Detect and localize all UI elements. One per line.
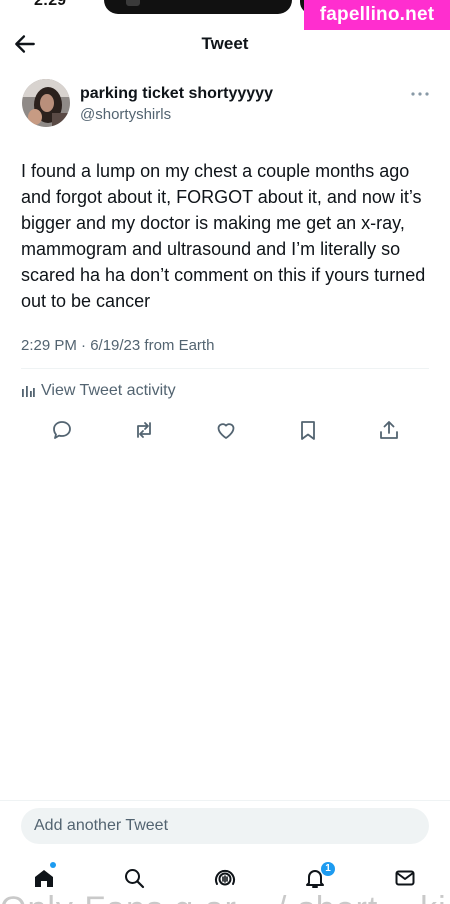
add-another-tweet-input[interactable]: Add another Tweet — [21, 808, 429, 844]
user-handle[interactable]: @shortyshirls — [80, 106, 171, 123]
more-button[interactable] — [408, 86, 432, 102]
mail-icon — [395, 870, 415, 886]
notification-badge: 1 — [321, 862, 335, 876]
dynamic-island — [104, 0, 292, 14]
retweet-button[interactable] — [132, 418, 156, 442]
watermark: fapellino.net — [304, 0, 450, 30]
bar-chart-icon — [22, 386, 35, 397]
retweet-icon — [137, 422, 151, 438]
like-icon — [217, 423, 235, 439]
bookmark-button[interactable] — [296, 418, 320, 442]
divider — [21, 368, 429, 369]
reply-icon — [53, 421, 71, 439]
tweet-timestamp: 2:29 PM · 6/19/23 from Earth — [21, 337, 215, 354]
search-icon — [125, 869, 145, 889]
like-button[interactable] — [214, 418, 238, 442]
home-notification-dot — [50, 862, 56, 868]
avatar[interactable] — [22, 79, 70, 127]
display-name[interactable]: parking ticket shortyyyyy — [80, 85, 273, 103]
tweet-text: I found a lump on my chest a couple mont… — [21, 161, 426, 311]
nav-search[interactable] — [122, 866, 146, 890]
spaces-icon — [215, 869, 235, 886]
share-button[interactable] — [377, 418, 401, 442]
nav-spaces[interactable] — [213, 866, 237, 890]
share-icon — [380, 421, 398, 439]
nav-messages[interactable] — [393, 866, 417, 890]
page-title: Tweet — [201, 34, 249, 53]
view-tweet-activity[interactable]: View Tweet activity — [21, 380, 176, 402]
activity-label: View Tweet activity — [41, 382, 176, 399]
home-icon — [35, 870, 53, 887]
island-indicator — [126, 0, 140, 6]
reply-button[interactable] — [50, 418, 74, 442]
top-header: Tweet — [0, 28, 450, 60]
status-time: 2:29 — [34, 0, 67, 9]
nav-home[interactable] — [32, 866, 56, 890]
avatar-image — [22, 79, 70, 127]
bookmark-icon — [301, 421, 315, 440]
more-icon — [411, 92, 429, 96]
cropped-caption-text: Only Fans g ar... / short... ki... — [0, 890, 450, 904]
